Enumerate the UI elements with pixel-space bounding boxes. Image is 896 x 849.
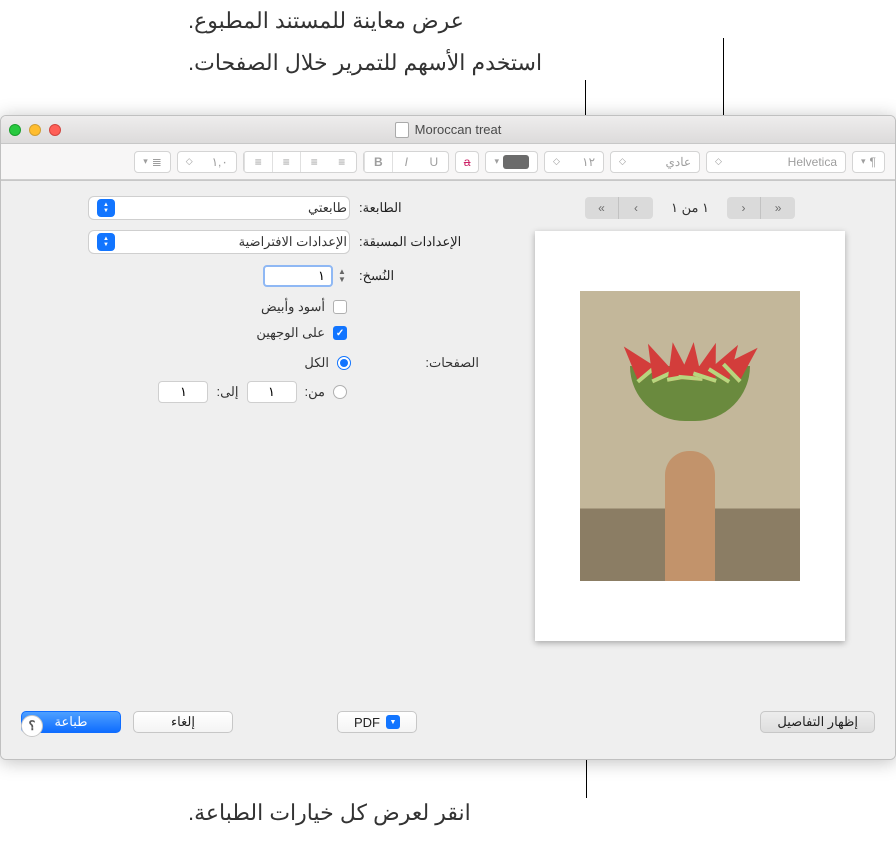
twosided-checkbox[interactable] bbox=[333, 326, 347, 340]
pages-from-input[interactable] bbox=[247, 381, 297, 403]
pages-range-radio[interactable] bbox=[333, 385, 347, 399]
options-column: الطابعة: طابعتي ▲▼ الإعدادات المسبقة: ال… bbox=[21, 197, 479, 691]
align-left-icon: ≡ bbox=[272, 152, 300, 172]
pdf-button[interactable]: ▼ PDF bbox=[337, 711, 417, 733]
list-button: ≣▾ bbox=[134, 151, 171, 173]
bw-checkbox[interactable] bbox=[333, 300, 347, 314]
text-style-seg: UIB bbox=[363, 151, 449, 173]
align-seg: ≡ ≡ ≡ ≡ bbox=[243, 151, 357, 173]
line-spacing: ١,٠ bbox=[212, 155, 228, 169]
next-page-button[interactable]: › bbox=[619, 197, 653, 219]
last-page-button[interactable]: » bbox=[585, 197, 619, 219]
pages-to-label: إلى: bbox=[216, 384, 238, 400]
pages-from-label: من: bbox=[305, 384, 325, 400]
print-sheet: « ‹ ١ من ١ › » bbox=[1, 180, 895, 759]
printer-label: الطابعة: bbox=[359, 200, 479, 216]
bw-label: أسود وأبيض bbox=[261, 299, 325, 315]
preview-column: « ‹ ١ من ١ › » bbox=[505, 197, 875, 691]
window-title: Moroccan treat bbox=[395, 122, 502, 138]
app-toolbar: ¶ ▾ Helvetica◇ عادي◇ ١٢◇ ▾ a UIB ≡ ≡ ≡ ≡… bbox=[1, 144, 895, 180]
select-arrows-icon: ▲▼ bbox=[97, 199, 115, 217]
app-window: Moroccan treat ¶ ▾ Helvetica◇ عادي◇ ١٢◇ … bbox=[0, 115, 896, 760]
document-title: Moroccan treat bbox=[415, 122, 502, 137]
callout-arrows: استخدم الأسهم للتمرير خلال الصفحات. bbox=[188, 50, 542, 76]
minimize-icon[interactable] bbox=[29, 124, 41, 136]
presets-label: الإعدادات المسبقة: bbox=[359, 234, 479, 250]
copies-label: النُسخ: bbox=[359, 268, 479, 284]
font-select: Helvetica◇ bbox=[706, 151, 846, 173]
copies-input[interactable] bbox=[263, 265, 333, 287]
zoom-icon[interactable] bbox=[9, 124, 21, 136]
page-indicator: ١ من ١ bbox=[671, 200, 709, 216]
align-center-icon: ≡ bbox=[300, 152, 328, 172]
style-select: عادي◇ bbox=[610, 151, 700, 173]
show-details-button[interactable]: إظهار التفاصيل bbox=[760, 711, 875, 733]
chevron-down-icon: ▼ bbox=[386, 715, 400, 729]
titlebar: Moroccan treat bbox=[1, 116, 895, 144]
paragraph-menu: ¶ ▾ bbox=[852, 151, 885, 173]
copies-stepper[interactable]: ▲ ▼ bbox=[263, 265, 349, 287]
size-select: ١٢◇ bbox=[544, 151, 604, 173]
align-right-icon: ≡ bbox=[328, 152, 356, 172]
presets-value: الإعدادات الافتراضية bbox=[239, 234, 347, 250]
stepper-down-icon[interactable]: ▼ bbox=[335, 276, 349, 284]
close-icon[interactable] bbox=[49, 124, 61, 136]
pager-prev-group[interactable]: « ‹ bbox=[727, 197, 795, 219]
twosided-label: على الوجهين bbox=[256, 325, 325, 341]
strikethrough-button: a bbox=[455, 151, 480, 173]
pages-all-label: الكل bbox=[304, 355, 329, 371]
style-name: عادي bbox=[665, 155, 691, 169]
page-preview bbox=[535, 231, 845, 641]
prev-page-button[interactable]: ‹ bbox=[727, 197, 761, 219]
preview-image bbox=[580, 291, 800, 581]
presets-select[interactable]: الإعدادات الافتراضية ▲▼ bbox=[89, 231, 349, 253]
help-button[interactable]: ؟ bbox=[21, 715, 43, 737]
document-icon bbox=[395, 122, 409, 138]
select-arrows-icon: ▲▼ bbox=[97, 233, 115, 251]
pdf-label: PDF bbox=[354, 715, 380, 730]
pages-to-input[interactable] bbox=[158, 381, 208, 403]
callout-details: انقر لعرض كل خيارات الطباعة. bbox=[188, 800, 471, 826]
first-page-button[interactable]: « bbox=[761, 197, 795, 219]
textcolor-swatch: ▾ bbox=[485, 151, 538, 173]
window-controls[interactable] bbox=[9, 124, 61, 136]
linespacing-select: ١,٠◇ bbox=[177, 151, 237, 173]
font-name: Helvetica bbox=[788, 155, 837, 169]
printer-select[interactable]: طابعتي ▲▼ bbox=[89, 197, 349, 219]
pager-next-group[interactable]: › » bbox=[585, 197, 653, 219]
button-bar: إظهار التفاصيل ▼ PDF إلغاء طباعة bbox=[1, 699, 895, 759]
callout-preview: عرض معاينة للمستند المطبوع. bbox=[188, 8, 464, 34]
align-justify-icon: ≡ bbox=[244, 152, 272, 172]
cancel-button[interactable]: إلغاء bbox=[133, 711, 233, 733]
pages-all-radio[interactable] bbox=[337, 356, 351, 370]
page-navigator: « ‹ ١ من ١ › » bbox=[585, 197, 795, 219]
pages-label: الصفحات: bbox=[359, 355, 479, 371]
font-size: ١٢ bbox=[582, 155, 595, 169]
printer-value: طابعتي bbox=[308, 200, 347, 216]
